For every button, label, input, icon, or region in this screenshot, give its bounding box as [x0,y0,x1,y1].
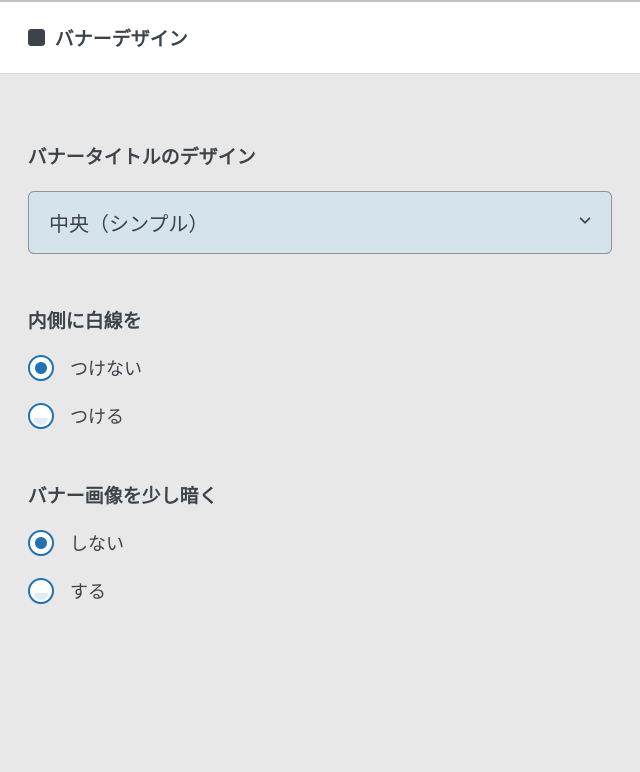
section-darken: バナー画像を少し暗く しない する [28,481,612,604]
radio-darken-off[interactable]: しない [28,530,612,556]
section-label: 内側に白線を [28,306,612,333]
radio-group-inner-line: つけない つける [28,355,612,429]
radio-label: つけない [70,355,142,381]
square-icon [28,29,45,46]
section-title-design: バナータイトルのデザイン 中央（シンプル） [28,142,612,254]
select-wrap: 中央（シンプル） [28,191,612,254]
radio-group-darken: しない する [28,530,612,604]
title-design-select[interactable]: 中央（シンプル） [28,191,612,254]
panel-content: バナータイトルのデザイン 中央（シンプル） 内側に白線を つけない つける バナ… [0,74,640,684]
radio-inner-line-on[interactable]: つける [28,403,612,429]
panel-header: バナーデザイン [0,2,640,74]
section-label: バナー画像を少し暗く [28,481,612,508]
radio-label: する [70,578,106,604]
radio-icon [28,530,54,556]
radio-label: しない [70,530,124,556]
radio-darken-on[interactable]: する [28,578,612,604]
radio-icon [28,403,54,429]
radio-icon [28,578,54,604]
radio-label: つける [70,403,124,429]
radio-icon [28,355,54,381]
radio-inner-line-off[interactable]: つけない [28,355,612,381]
panel-title: バナーデザイン [55,24,188,51]
section-label: バナータイトルのデザイン [28,142,612,169]
section-inner-line: 内側に白線を つけない つける [28,306,612,429]
